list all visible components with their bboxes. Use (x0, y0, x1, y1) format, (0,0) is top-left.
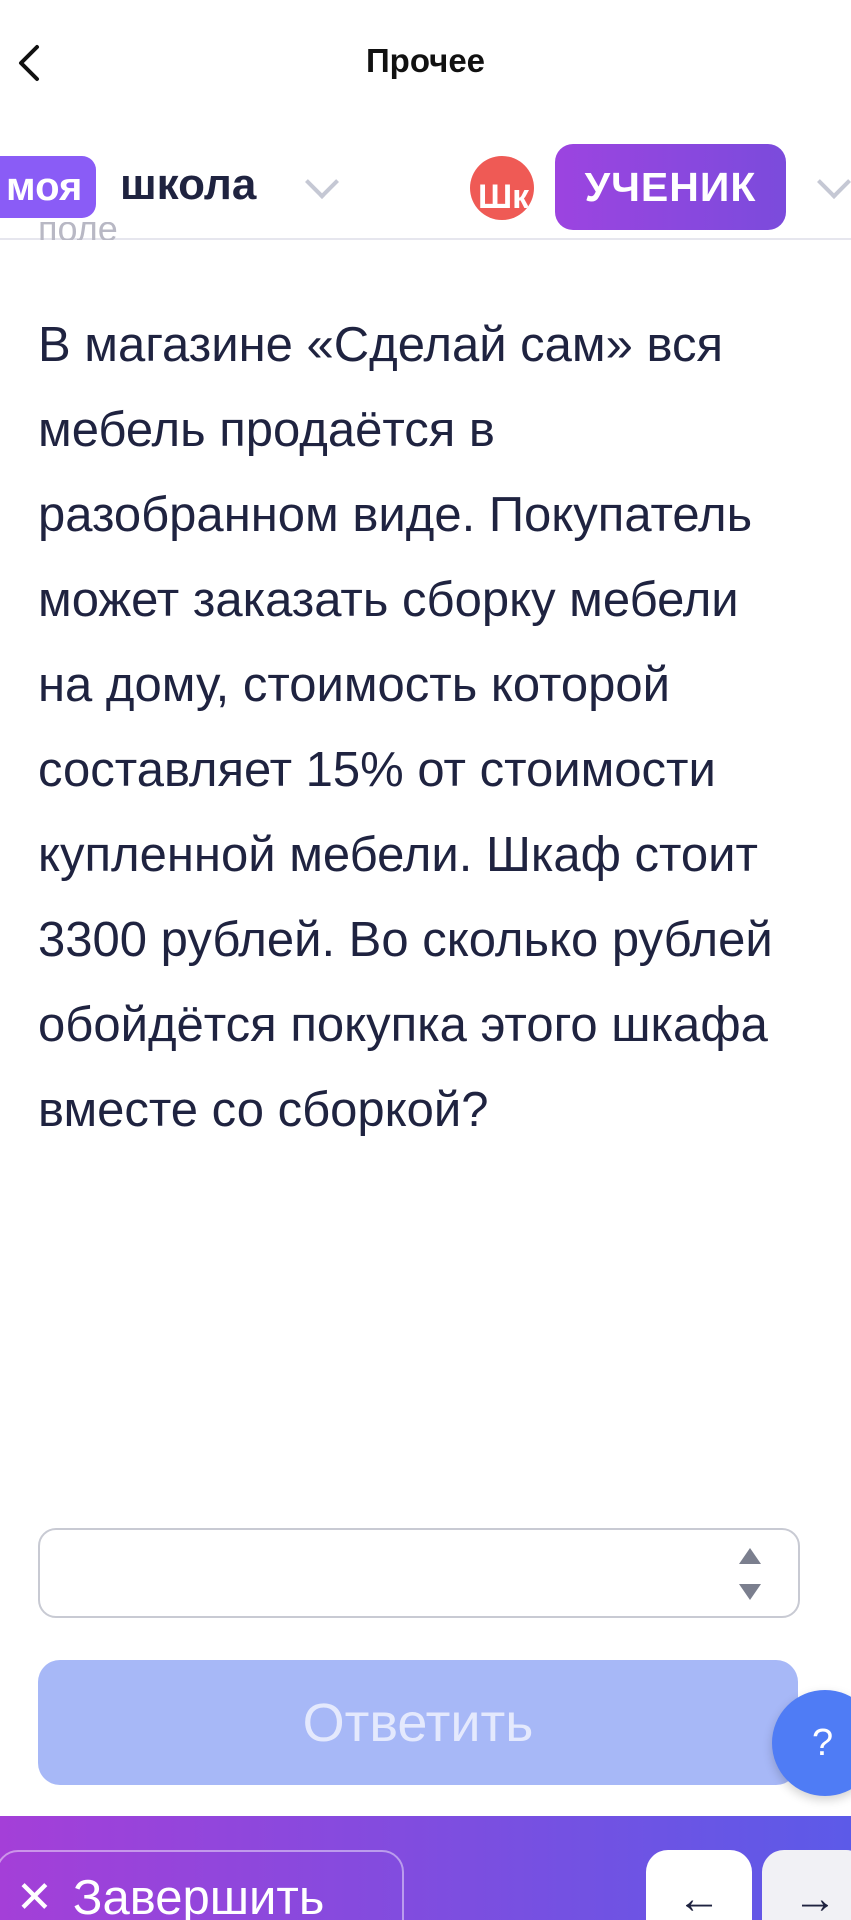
increment-icon[interactable] (739, 1548, 761, 1564)
logo-shkola: школа (120, 160, 257, 209)
submit-answer-button[interactable]: Ответить (38, 1660, 798, 1785)
finish-button[interactable]: ✕ Завершить (0, 1850, 404, 1920)
number-stepper[interactable] (738, 1548, 762, 1600)
answer-input[interactable] (60, 1544, 724, 1602)
page-title: Прочее (365, 42, 486, 79)
cut-off-text: поле (38, 222, 118, 240)
previous-button[interactable]: ← (646, 1850, 752, 1920)
decrement-icon[interactable] (739, 1584, 761, 1600)
answer-field[interactable] (38, 1528, 800, 1618)
role-dropdown-chevron-icon[interactable] (817, 165, 851, 199)
finish-label: Завершить (72, 1871, 325, 1920)
top-navigation-bar: Прочее (0, 0, 851, 128)
logo-moya: моя (0, 156, 97, 218)
school-dropdown-chevron-icon[interactable] (305, 165, 339, 199)
role-badge[interactable]: УЧЕНИК (555, 144, 786, 230)
next-button[interactable]: → (762, 1850, 851, 1920)
close-icon: ✕ (16, 1873, 53, 1920)
arrow-right-icon: → (793, 1874, 837, 1920)
avatar[interactable]: Шк (470, 156, 534, 220)
question-text: В магазине «Сделай сам» вся мебель прода… (38, 318, 773, 1137)
question-mark-icon: ? (812, 1721, 834, 1764)
arrow-left-icon: ← (677, 1874, 721, 1920)
bottom-action-bar: ✕ Завершить ← → (0, 1816, 851, 1920)
school-header: моя школа Шк УЧЕНИК (0, 128, 851, 240)
